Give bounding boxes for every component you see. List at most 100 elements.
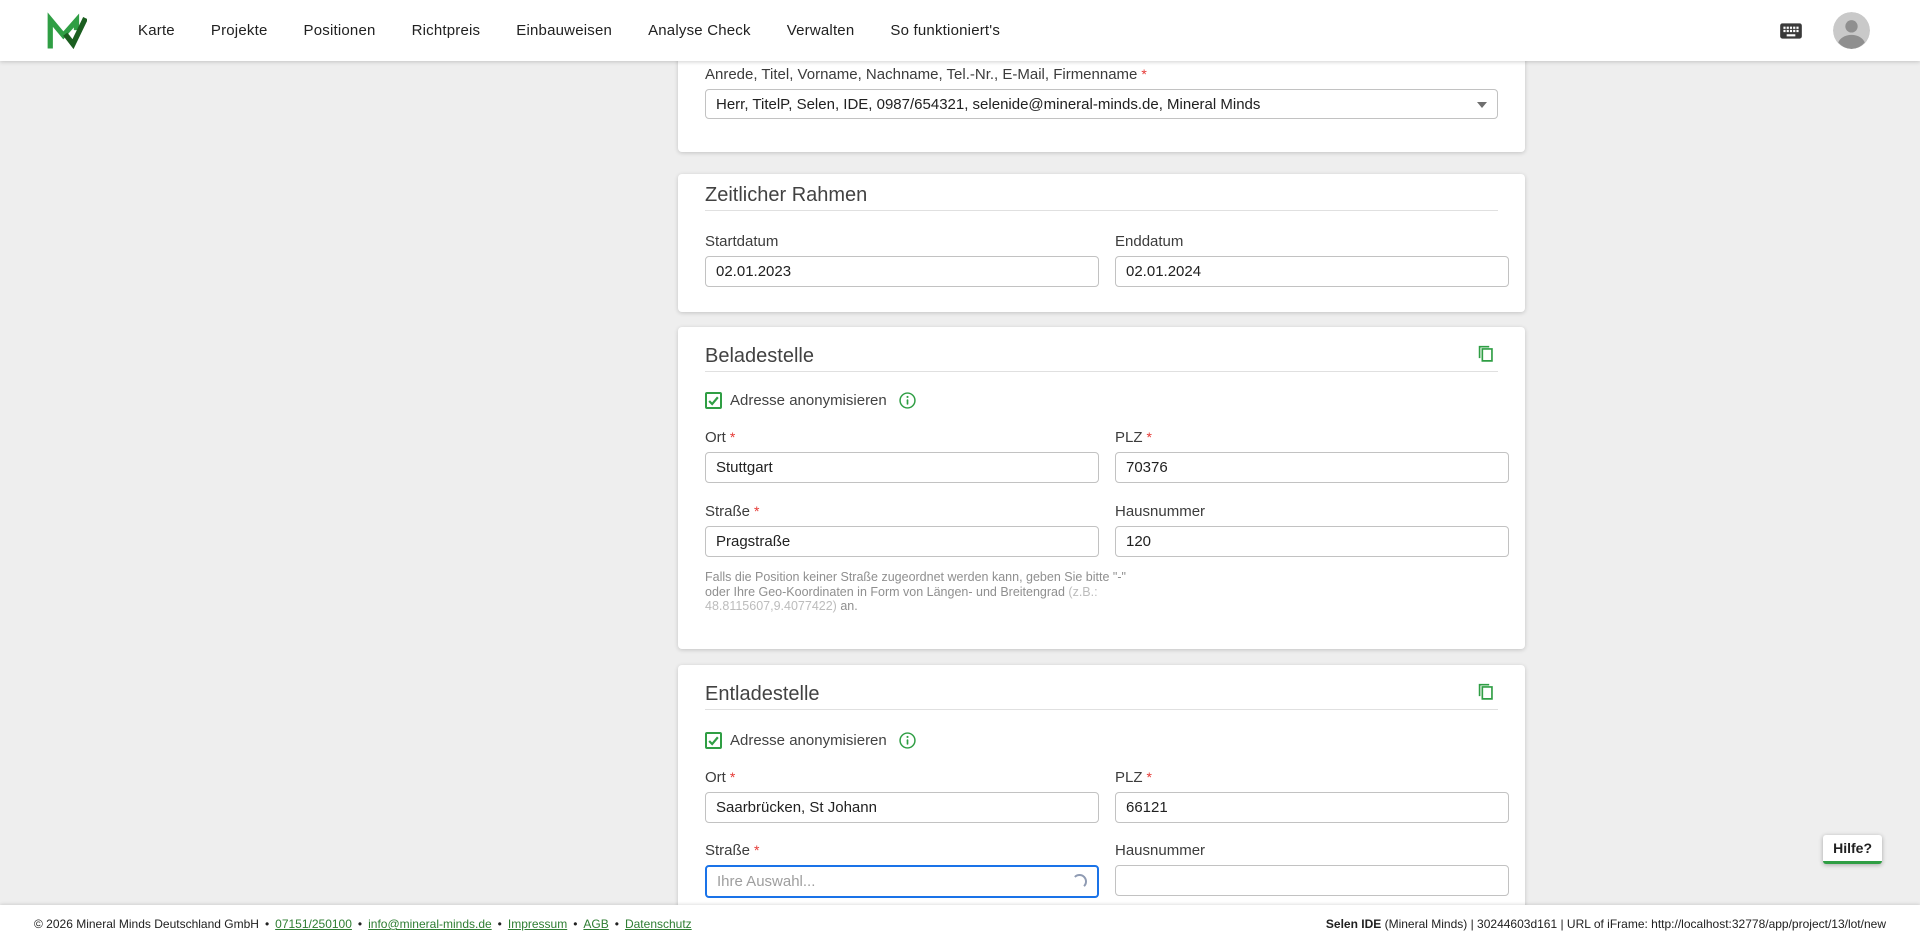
belade-ort-input[interactable] bbox=[705, 452, 1099, 483]
bullet-separator: • bbox=[358, 917, 362, 931]
belade-hausnummer-input[interactable] bbox=[1115, 526, 1509, 557]
entlade-hausnummer-label: Hausnummer bbox=[1115, 841, 1509, 860]
entlade-strasse-field: Straße* bbox=[705, 841, 1099, 898]
info-icon[interactable] bbox=[899, 392, 916, 409]
entlade-strasse-label: Straße* bbox=[705, 841, 1099, 860]
divider bbox=[705, 709, 1498, 710]
nav-item-so-funktionierts[interactable]: So funktioniert's bbox=[890, 22, 1000, 39]
keyboard-icon bbox=[1775, 18, 1807, 44]
footer-debug-info: Selen IDE (Mineral Minds) | 30244603d161… bbox=[1326, 917, 1886, 931]
footer-agb-link[interactable]: AGB bbox=[583, 917, 608, 931]
required-mark: * bbox=[754, 842, 759, 858]
iframe-url-text: (Mineral Minds) | 30244603d161 | URL of … bbox=[1381, 917, 1886, 931]
divider bbox=[705, 210, 1498, 211]
belade-hausnummer-field: Hausnummer bbox=[1115, 502, 1509, 557]
loading-spinner-icon bbox=[1072, 874, 1087, 889]
checkmark-icon bbox=[707, 734, 720, 747]
app-name: Selen IDE bbox=[1326, 917, 1381, 931]
navbar-right bbox=[1775, 0, 1870, 61]
contact-field: Anrede, Titel, Vorname, Nachname, Tel.-N… bbox=[705, 65, 1498, 119]
nav-item-analyse-check[interactable]: Analyse Check bbox=[648, 22, 751, 39]
required-mark: * bbox=[1147, 769, 1152, 785]
belade-strasse-field: Straße* bbox=[705, 502, 1099, 557]
required-mark: * bbox=[1141, 66, 1146, 82]
app-root: Karte Projekte Positionen Richtpreis Ein… bbox=[0, 0, 1920, 943]
belade-strasse-label: Straße* bbox=[705, 502, 1099, 521]
strasse-helper-text: Falls die Position keiner Straße zugeord… bbox=[705, 570, 1147, 614]
nav-item-einbauweisen[interactable]: Einbauweisen bbox=[516, 22, 612, 39]
bullet-separator: • bbox=[498, 917, 502, 931]
anonymize-label: Adresse anonymisieren bbox=[730, 732, 887, 749]
startdatum-input[interactable] bbox=[705, 256, 1099, 287]
entlade-plz-field: PLZ* bbox=[1115, 768, 1509, 823]
copy-address-button[interactable] bbox=[1475, 343, 1497, 365]
startdatum-label: Startdatum bbox=[705, 232, 1099, 251]
copy-address-button[interactable] bbox=[1475, 681, 1497, 703]
nav-item-verwalten[interactable]: Verwalten bbox=[787, 22, 855, 39]
belade-hausnummer-label: Hausnummer bbox=[1115, 502, 1509, 521]
nav-item-richtpreis[interactable]: Richtpreis bbox=[412, 22, 481, 39]
beladestelle-title: Beladestelle bbox=[705, 343, 814, 369]
entladestelle-title: Entladestelle bbox=[705, 681, 820, 707]
footer-datenschutz-link[interactable]: Datenschutz bbox=[625, 917, 692, 931]
copy-icon bbox=[1475, 681, 1497, 703]
entlade-plz-input[interactable] bbox=[1115, 792, 1509, 823]
entlade-ort-input[interactable] bbox=[705, 792, 1099, 823]
beladestelle-card: Beladestelle Adresse anonymisieren Ort* bbox=[678, 327, 1525, 649]
bullet-separator: • bbox=[573, 917, 577, 931]
bullet-separator: • bbox=[265, 917, 269, 931]
belade-plz-input[interactable] bbox=[1115, 452, 1509, 483]
entlade-hausnummer-input[interactable] bbox=[1115, 865, 1509, 896]
info-icon[interactable] bbox=[899, 732, 916, 749]
copyright-text: © 2026 Mineral Minds Deutschland GmbH bbox=[34, 917, 259, 931]
required-mark: * bbox=[730, 429, 735, 445]
nav-item-projekte[interactable]: Projekte bbox=[211, 22, 268, 39]
timeframe-title: Zeitlicher Rahmen bbox=[705, 182, 867, 208]
chevron-down-icon bbox=[1477, 102, 1487, 108]
bullet-separator: • bbox=[615, 917, 619, 931]
belade-plz-field: PLZ* bbox=[1115, 428, 1509, 483]
belade-ort-field: Ort* bbox=[705, 428, 1099, 483]
required-mark: * bbox=[1147, 429, 1152, 445]
mineral-minds-logo[interactable] bbox=[44, 9, 88, 53]
nav-item-positionen[interactable]: Positionen bbox=[304, 22, 376, 39]
contact-select-value: Herr, TitelP, Selen, IDE, 0987/654321, s… bbox=[716, 96, 1260, 113]
anonymize-checkbox[interactable] bbox=[705, 392, 722, 409]
checkmark-icon bbox=[707, 394, 720, 407]
avatar-icon bbox=[1833, 12, 1870, 49]
enddatum-field: Enddatum bbox=[1115, 232, 1509, 287]
entlade-strasse-input[interactable] bbox=[705, 865, 1099, 898]
divider bbox=[705, 371, 1498, 372]
footer-impressum-link[interactable]: Impressum bbox=[508, 917, 567, 931]
main-nav: Karte Projekte Positionen Richtpreis Ein… bbox=[138, 22, 1000, 39]
anonymize-checkbox[interactable] bbox=[705, 732, 722, 749]
enddatum-label: Enddatum bbox=[1115, 232, 1509, 251]
user-avatar[interactable] bbox=[1833, 12, 1870, 49]
footer-email-link[interactable]: info@mineral-minds.de bbox=[368, 917, 492, 931]
timeframe-card: Zeitlicher Rahmen Startdatum Enddatum bbox=[678, 174, 1525, 312]
entladestelle-card: Entladestelle Adresse anonymisieren Ort* bbox=[678, 665, 1525, 915]
anonymize-label: Adresse anonymisieren bbox=[730, 392, 887, 409]
enddatum-input[interactable] bbox=[1115, 256, 1509, 287]
entlade-hausnummer-field: Hausnummer bbox=[1115, 841, 1509, 896]
belade-strasse-input[interactable] bbox=[705, 526, 1099, 557]
belade-plz-label: PLZ* bbox=[1115, 428, 1509, 447]
footer-phone-link[interactable]: 07151/250100 bbox=[275, 917, 352, 931]
required-mark: * bbox=[754, 503, 759, 519]
logo-icon bbox=[45, 10, 87, 52]
required-mark: * bbox=[730, 769, 735, 785]
entlade-ort-field: Ort* bbox=[705, 768, 1099, 823]
keyboard-button[interactable] bbox=[1775, 18, 1807, 44]
belade-ort-label: Ort* bbox=[705, 428, 1099, 447]
anonymize-row: Adresse anonymisieren bbox=[705, 730, 916, 750]
entlade-ort-label: Ort* bbox=[705, 768, 1099, 787]
nav-item-karte[interactable]: Karte bbox=[138, 22, 175, 39]
top-navbar: Karte Projekte Positionen Richtpreis Ein… bbox=[0, 0, 1920, 61]
copy-icon bbox=[1475, 343, 1497, 365]
contact-select[interactable]: Herr, TitelP, Selen, IDE, 0987/654321, s… bbox=[705, 89, 1498, 119]
help-button[interactable]: Hilfe? bbox=[1823, 835, 1882, 864]
page-footer: © 2026 Mineral Minds Deutschland GmbH • … bbox=[0, 905, 1920, 943]
contact-label: Anrede, Titel, Vorname, Nachname, Tel.-N… bbox=[705, 65, 1498, 84]
entlade-plz-label: PLZ* bbox=[1115, 768, 1509, 787]
anonymize-row: Adresse anonymisieren bbox=[705, 390, 916, 410]
